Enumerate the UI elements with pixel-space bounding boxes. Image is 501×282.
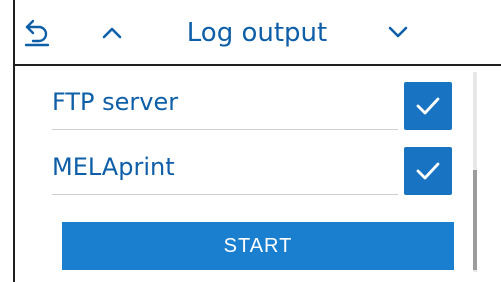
- page-title: Log output: [186, 18, 328, 48]
- scroll-up-button[interactable]: [92, 12, 132, 52]
- start-button[interactable]: START: [62, 222, 454, 270]
- row-divider: [52, 194, 398, 195]
- option-label: MELAprint: [52, 153, 175, 181]
- option-row-ftp-server: FTP server: [52, 78, 398, 130]
- chevron-down-icon: [388, 26, 408, 38]
- log-output-screen: Log output FTP server MELAprint START: [0, 0, 501, 282]
- header-divider: [15, 64, 501, 66]
- option-label: FTP server: [52, 88, 179, 116]
- ftp-server-checkbox[interactable]: [404, 82, 452, 130]
- checkmark-icon: [416, 162, 440, 180]
- row-divider: [52, 129, 398, 130]
- option-row-melaprint: MELAprint: [52, 143, 398, 195]
- scroll-down-button[interactable]: [378, 12, 418, 52]
- back-arrow-icon: [24, 19, 50, 47]
- melaprint-checkbox[interactable]: [404, 147, 452, 195]
- checkmark-icon: [416, 97, 440, 115]
- scrollbar-thumb[interactable]: [473, 170, 477, 270]
- chevron-up-icon: [102, 27, 122, 39]
- back-button[interactable]: [17, 12, 57, 52]
